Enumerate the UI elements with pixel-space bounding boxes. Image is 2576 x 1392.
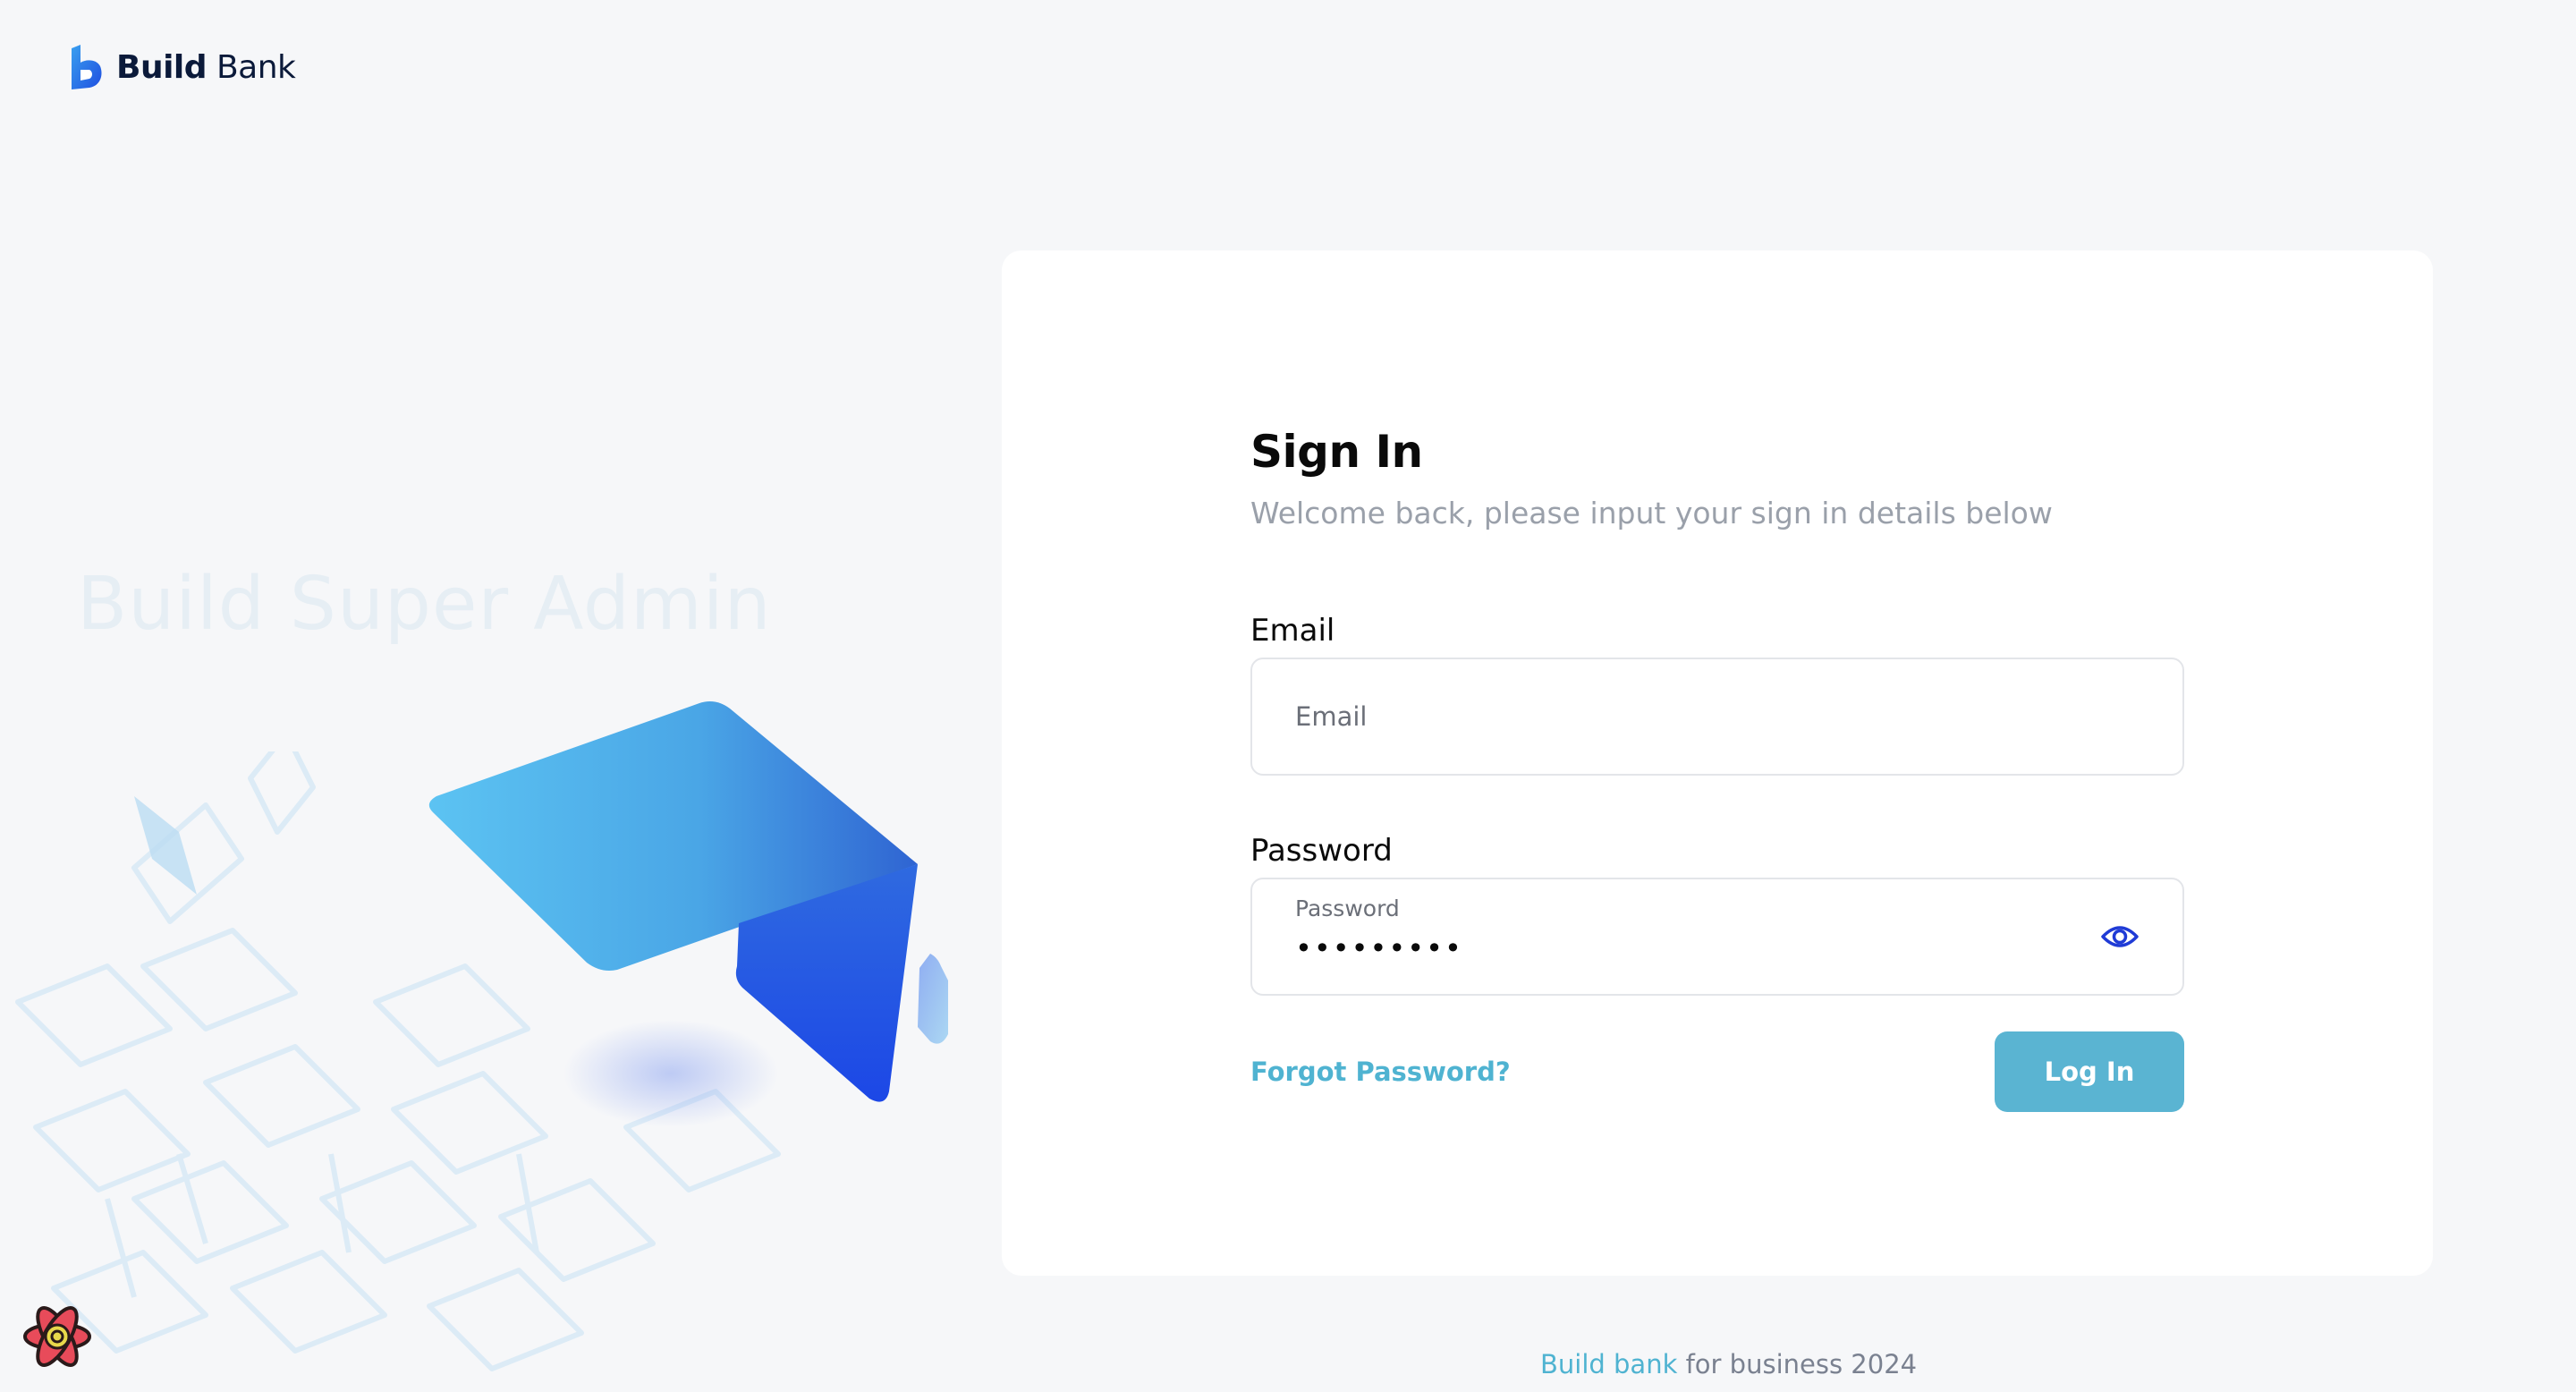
password-caption: Password [1295, 895, 1400, 921]
page-subtitle: Welcome back, please input your sign in … [1250, 496, 2053, 530]
login-button[interactable]: Log In [1995, 1031, 2184, 1112]
react-devtools-icon[interactable] [20, 1299, 95, 1374]
hero-illustration [428, 701, 948, 1127]
signin-form: Sign In Welcome back, please input your … [1250, 426, 2184, 1112]
logo-text-regular: Bank [216, 48, 296, 86]
footer-text: for business 2024 [1677, 1349, 1918, 1379]
page-title: Sign In [1250, 426, 1423, 478]
password-label: Password [1250, 833, 1393, 869]
email-label: Email [1250, 613, 1335, 649]
brand-logo[interactable]: Build Bank [70, 45, 296, 89]
password-value[interactable]: ••••••••• [1295, 931, 1463, 965]
form-actions: Forgot Password? Log In [1250, 1031, 2184, 1112]
footer-brand: Build bank [1540, 1349, 1678, 1379]
footer: Build bank for business 2024 [1540, 1349, 1917, 1379]
forgot-password-link[interactable]: Forgot Password? [1250, 1057, 1511, 1087]
signin-card: Sign In Welcome back, please input your … [1002, 250, 2433, 1276]
left-panel-title: Build Super Admin [77, 562, 772, 647]
logo-text-bold: Build [116, 48, 208, 86]
email-input[interactable] [1252, 659, 2182, 774]
eye-icon[interactable] [2100, 921, 2140, 953]
build-bank-logo-icon [72, 45, 102, 89]
password-field[interactable]: Password ••••••••• [1250, 878, 2184, 996]
email-field[interactable] [1250, 658, 2184, 776]
